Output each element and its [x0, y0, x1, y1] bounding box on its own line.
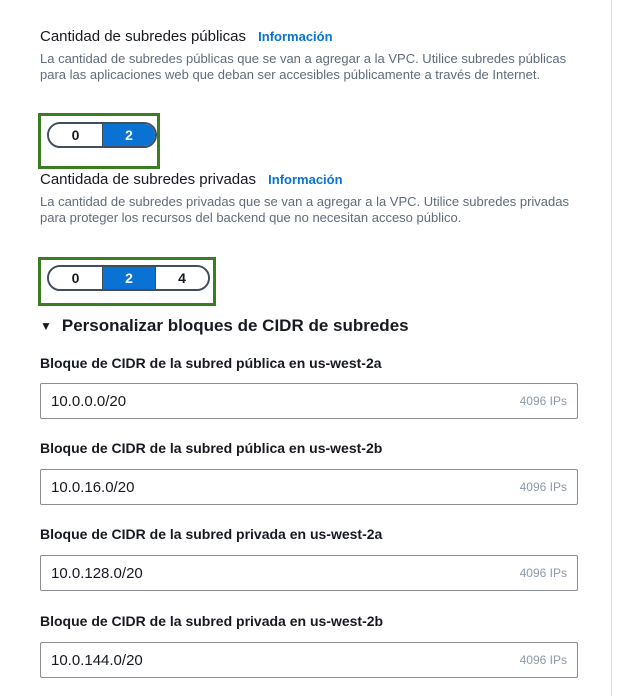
- public-subnets-option-2[interactable]: 2: [102, 124, 155, 146]
- customize-cidr-expander[interactable]: ▼ Personalizar bloques de CIDR de subred…: [40, 316, 409, 336]
- cidr-public-2a-input[interactable]: 10.0.0.0/20 4096 IPs: [40, 383, 578, 419]
- cidr-private-2a-value: 10.0.128.0/20: [51, 564, 143, 582]
- public-subnets-info-link[interactable]: Información: [258, 29, 332, 44]
- caret-down-icon: ▼: [40, 319, 52, 333]
- public-subnets-description: La cantidad de subredes públicas que se …: [40, 51, 567, 82]
- cidr-public-2b-input[interactable]: 10.0.16.0/20 4096 IPs: [40, 469, 578, 505]
- public-subnets-label: Cantidad de subredes públicas: [40, 28, 246, 45]
- public-subnets-section: Cantidad de subredes públicas Informació…: [40, 28, 580, 83]
- cidr-public-2b-label: Bloque de CIDR de la subred pública en u…: [40, 440, 383, 456]
- cidr-public-2a-label: Bloque de CIDR de la subred pública en u…: [40, 355, 382, 371]
- public-subnets-label-row: Cantidad de subredes públicas Informació…: [40, 28, 580, 45]
- cidr-private-2b-value: 10.0.144.0/20: [51, 651, 143, 669]
- public-subnets-segmented-control: 0 2: [47, 122, 157, 148]
- private-subnets-description: La cantidad de subredes privadas que se …: [40, 194, 569, 225]
- private-subnets-highlight: 0 2 4: [38, 257, 216, 306]
- cidr-private-2b-ip-count: 4096 IPs: [519, 653, 567, 667]
- cidr-private-2a-label: Bloque de CIDR de la subred privada en u…: [40, 526, 383, 542]
- cidr-public-2a-value: 10.0.0.0/20: [51, 392, 127, 410]
- cidr-public-2b-value: 10.0.16.0/20: [51, 478, 135, 496]
- cidr-private-2b-input[interactable]: 10.0.144.0/20 4096 IPs: [40, 642, 578, 678]
- private-subnets-option-0[interactable]: 0: [49, 267, 102, 289]
- private-subnets-segmented-control: 0 2 4: [47, 265, 210, 291]
- private-subnets-label: Cantidada de subredes privadas: [40, 171, 256, 188]
- public-subnets-highlight: 0 2: [38, 113, 160, 169]
- private-subnets-info-link[interactable]: Información: [268, 172, 342, 187]
- cidr-private-2a-input[interactable]: 10.0.128.0/20 4096 IPs: [40, 555, 578, 591]
- cidr-private-2b-label: Bloque de CIDR de la subred privada en u…: [40, 613, 384, 629]
- public-subnets-option-0[interactable]: 0: [49, 124, 102, 146]
- private-subnets-option-2[interactable]: 2: [102, 267, 155, 289]
- customize-cidr-title: Personalizar bloques de CIDR de subredes: [61, 316, 409, 335]
- cidr-public-2a-ip-count: 4096 IPs: [519, 394, 567, 408]
- cidr-private-2a-ip-count: 4096 IPs: [519, 566, 567, 580]
- private-subnets-option-4[interactable]: 4: [155, 267, 208, 289]
- private-subnets-label-row: Cantidada de subredes privadas Informaci…: [40, 171, 580, 188]
- vpc-subnet-settings-panel: Cantidad de subredes públicas Informació…: [0, 0, 612, 696]
- private-subnets-section: Cantidada de subredes privadas Informaci…: [40, 171, 580, 226]
- cidr-public-2b-ip-count: 4096 IPs: [519, 480, 567, 494]
